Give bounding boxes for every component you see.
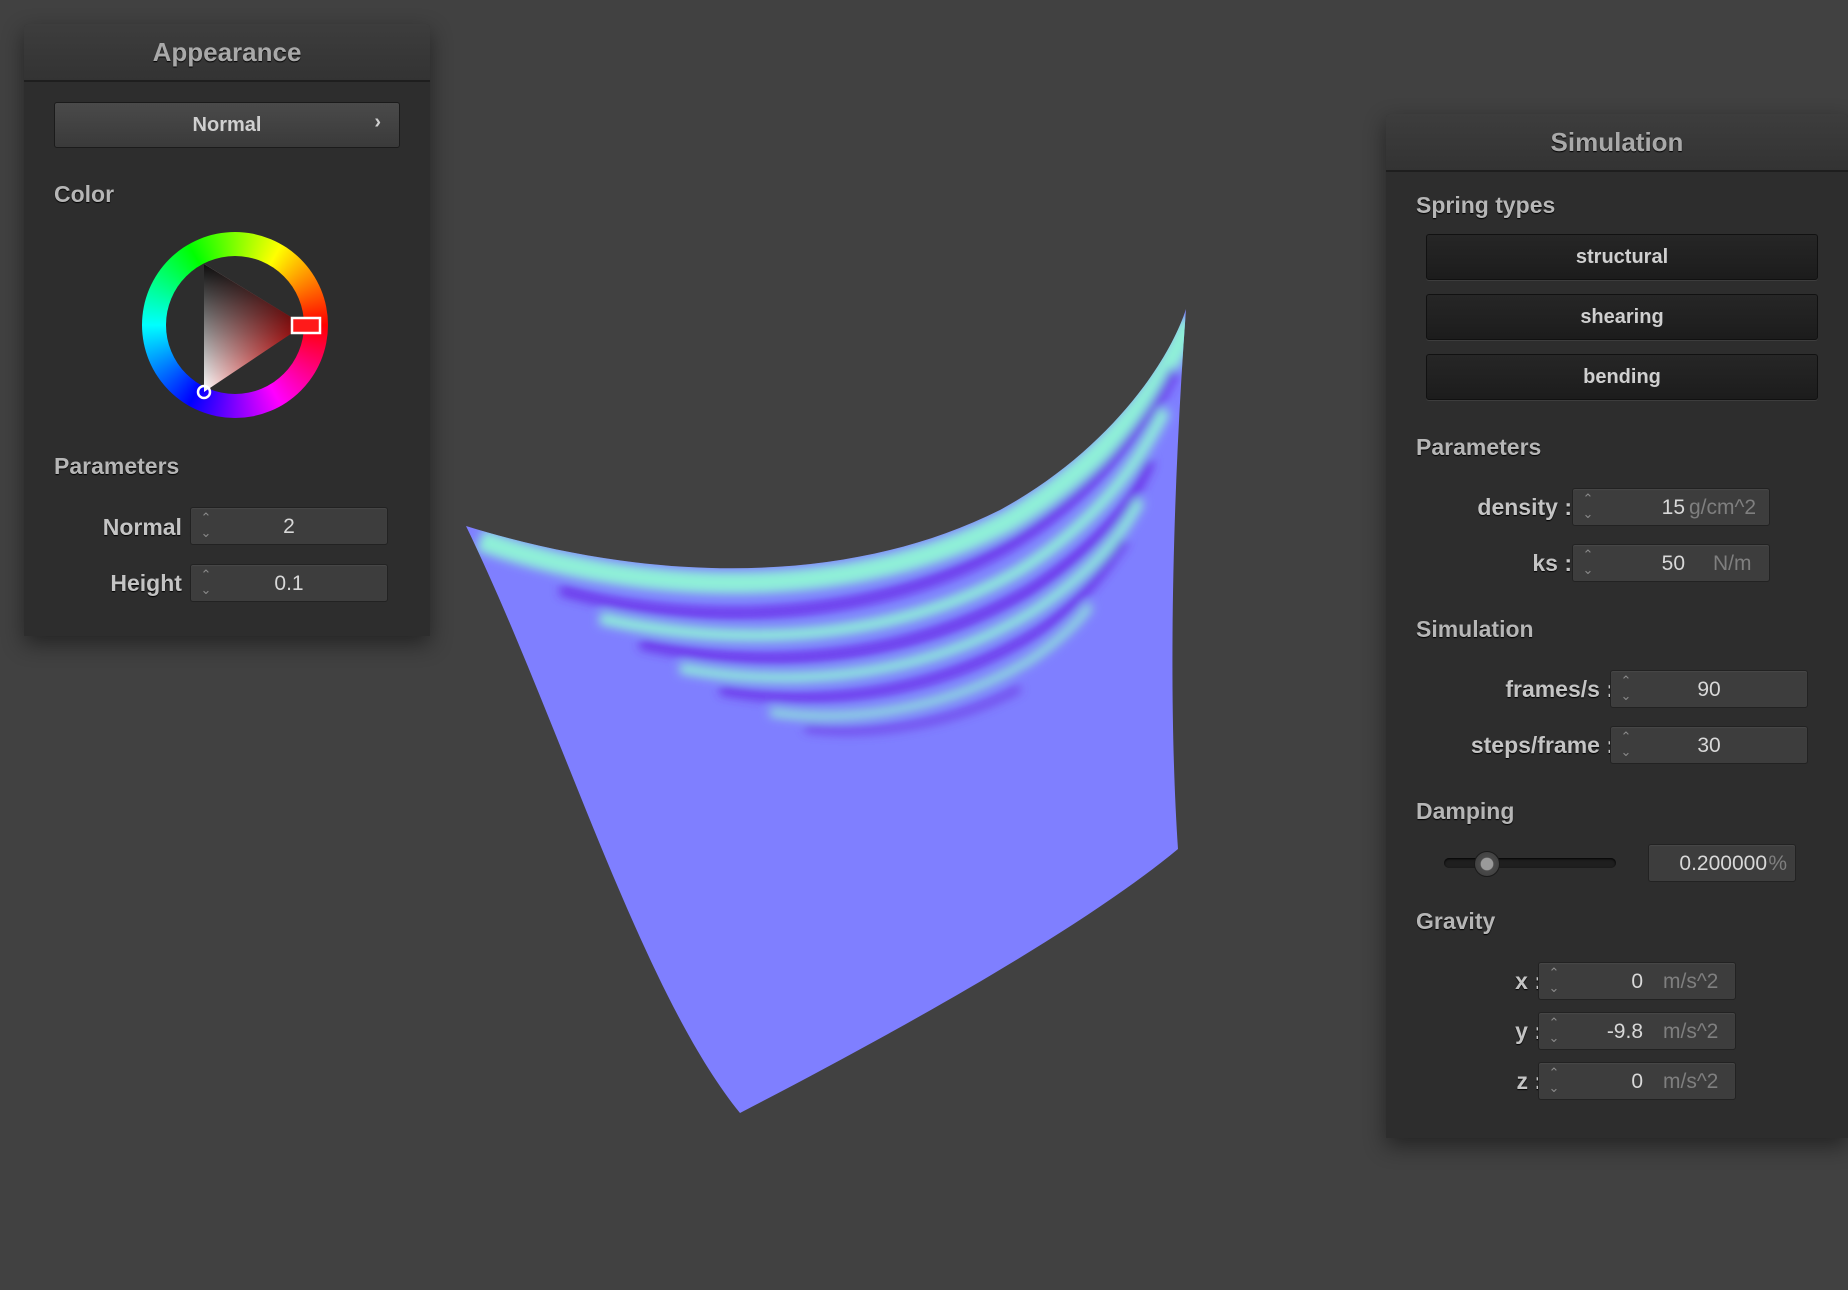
structural-spring-button[interactable]: structural [1426, 234, 1818, 280]
ks-label: ks : [1532, 550, 1572, 576]
shearing-spring-button[interactable]: shearing [1426, 294, 1818, 340]
height-spinbox[interactable]: ⌃ ⌄ 0.1 [190, 564, 388, 602]
normal-label: Normal : [102, 514, 196, 540]
density-spinbox[interactable]: ⌃ ⌄ 15 g/cm^2 [1572, 488, 1770, 526]
spinner-arrows-icon[interactable]: ⌃ ⌄ [1547, 1066, 1561, 1096]
damping-slider-knob[interactable] [1473, 851, 1500, 877]
appearance-panel: Appearance Normal › Color Parameters Nor… [24, 24, 430, 636]
gravity-y-spinbox[interactable]: ⌃ ⌄ -9.8 m/s^2 [1538, 1012, 1736, 1050]
saturation-value-triangle[interactable] [142, 232, 328, 418]
gravity-section-title: Gravity [1416, 908, 1496, 934]
spinner-arrows-icon[interactable]: ⌃ ⌄ [1581, 492, 1595, 522]
damping-slider[interactable] [1444, 849, 1616, 877]
appearance-parameters-title: Parameters [54, 453, 180, 479]
steps-per-frame-label: steps/frame : [1470, 732, 1614, 758]
damping-value-field[interactable]: 0.200000 % [1648, 844, 1796, 882]
spinner-arrows-icon[interactable]: ⌃ ⌄ [1581, 548, 1595, 578]
color-section-title: Color [54, 181, 115, 207]
simulation-panel: Simulation Spring types structural shear… [1386, 114, 1848, 1138]
bending-spring-button[interactable]: bending [1426, 354, 1818, 400]
chevron-right-icon: › [374, 111, 381, 133]
spinner-arrows-icon[interactable]: ⌃ ⌄ [1547, 1016, 1561, 1046]
cloth-mesh [466, 309, 1186, 1113]
gravity-z-spinbox[interactable]: ⌃ ⌄ 0 m/s^2 [1538, 1062, 1736, 1100]
hue-selector-handle [290, 316, 322, 335]
ks-spinbox[interactable]: ⌃ ⌄ 50 N/m [1572, 544, 1770, 582]
steps-per-frame-spinbox[interactable]: ⌃ ⌄ 30 [1610, 726, 1808, 764]
shader-select-label: Normal [192, 113, 262, 136]
appearance-panel-title[interactable]: Appearance [24, 24, 430, 82]
normal-spinbox[interactable]: ⌃ ⌄ 2 [190, 507, 388, 545]
density-label: density : [1477, 494, 1572, 520]
simulation-section-title: Simulation [1416, 616, 1534, 642]
simulation-parameters-title: Parameters [1416, 434, 1542, 460]
shader-select-button[interactable]: Normal › [54, 102, 400, 148]
simulation-panel-title[interactable]: Simulation [1386, 114, 1848, 172]
gravity-x-label: x : [1515, 968, 1542, 994]
gravity-x-spinbox[interactable]: ⌃ ⌄ 0 m/s^2 [1538, 962, 1736, 1000]
gravity-z-label: z : [1516, 1068, 1542, 1094]
gravity-y-label: y : [1515, 1018, 1542, 1044]
frames-per-s-spinbox[interactable]: ⌃ ⌄ 90 [1610, 670, 1808, 708]
height-label: Height : [110, 570, 196, 596]
damping-slider-track [1444, 858, 1616, 868]
spring-types-title: Spring types [1416, 192, 1556, 218]
frames-per-s-label: frames/s : [1505, 676, 1614, 702]
spinner-arrows-icon[interactable]: ⌃ ⌄ [1547, 966, 1561, 996]
damping-section-title: Damping [1416, 798, 1515, 824]
